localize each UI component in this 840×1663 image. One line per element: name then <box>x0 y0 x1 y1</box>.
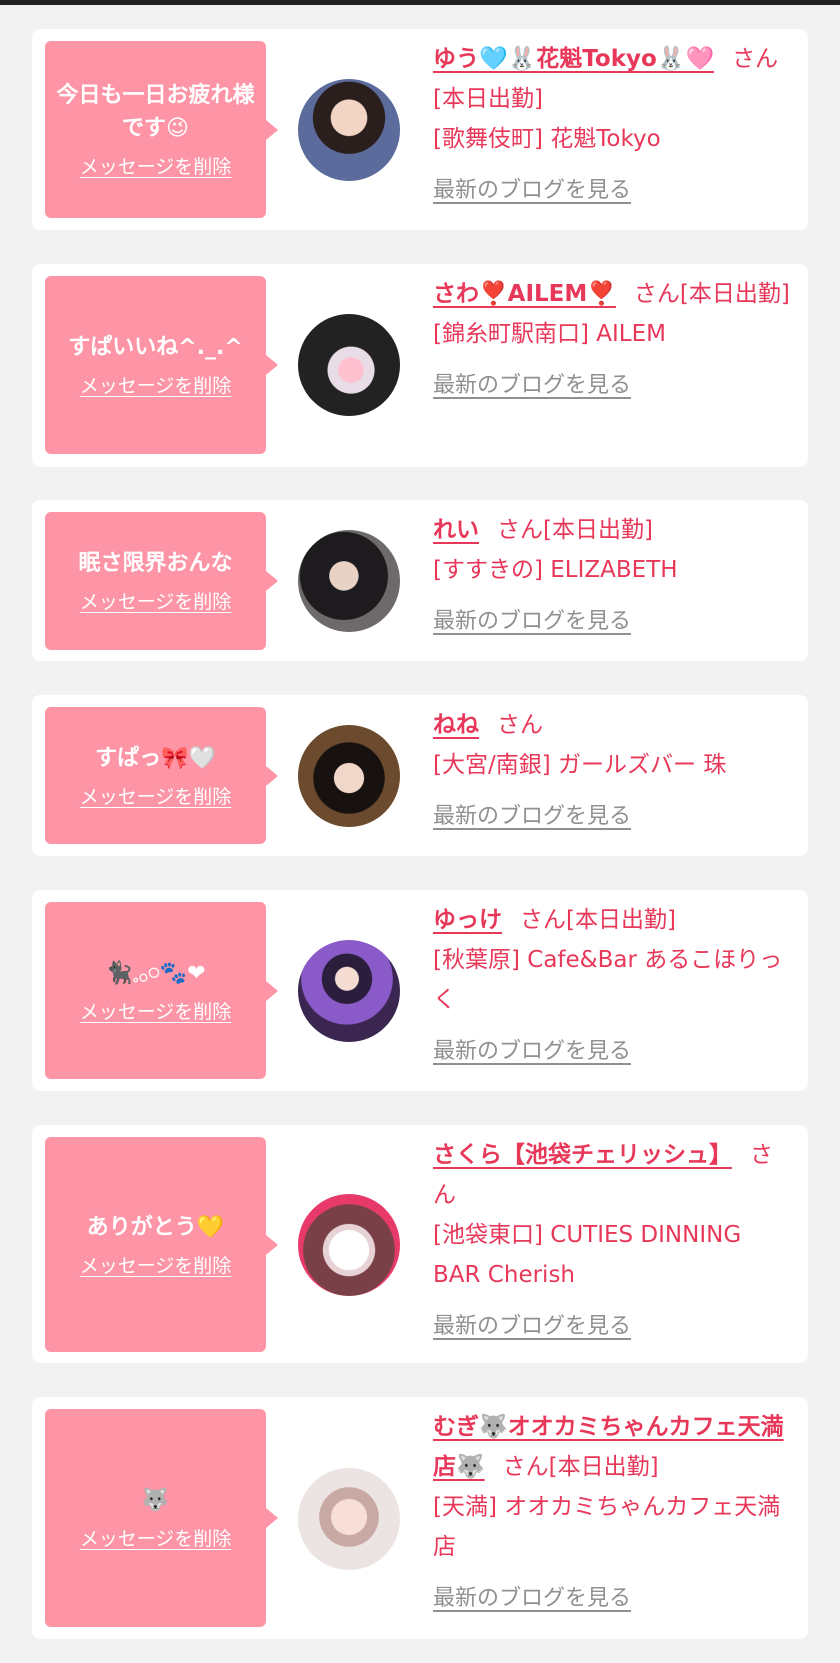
message-card: すぱっ🎀🤍 メッセージを削除 ねね さん [大宮/南銀] ガールズバー 珠 最新の… <box>32 695 808 856</box>
message-bubble: 眠さ限界おんな メッセージを削除 <box>45 512 278 650</box>
shop-name: [歌舞伎町] 花魁Tokyo <box>433 126 661 152</box>
message-text: 今日も一日お疲れ様です😉 <box>56 83 255 141</box>
cast-info: ゆう🩵🐰花魁Tokyo🐰🩷 さん[本日出勤] [歌舞伎町] 花魁Tokyo 最新の… <box>433 39 792 211</box>
avatar[interactable] <box>298 940 400 1042</box>
cast-info: さわ❣️AILEM❣️ さん[本日出勤] [錦糸町駅南口] AILEM 最新のブロ… <box>433 274 792 406</box>
shop-name: [すすきの] ELIZABETH <box>433 557 678 583</box>
delete-message-link[interactable]: メッセージを削除 <box>80 1253 232 1279</box>
message-bubble: 🐺 メッセージを削除 <box>45 1409 278 1627</box>
view-blog-link[interactable]: 最新のブログを見る <box>433 171 792 211</box>
cast-status: さん[本日出勤] <box>497 517 653 543</box>
cast-status: さん <box>497 712 543 738</box>
cast-info: ゆっけ さん[本日出勤] [秋葉原] Cafe&Bar あるこほりっく 最新のブロ… <box>433 900 792 1072</box>
avatar[interactable] <box>298 314 400 416</box>
cast-name-link[interactable]: さわ❣️AILEM❣️ <box>433 281 616 307</box>
message-text: 🐺 <box>141 1488 170 1513</box>
shop-name: [天満] オオカミちゃんカフェ天満店 <box>433 1494 781 1560</box>
delete-message-link[interactable]: メッセージを削除 <box>80 154 232 180</box>
view-blog-link[interactable]: 最新のブログを見る <box>433 602 792 642</box>
message-card: ありがとう💛 メッセージを削除 さくら【池袋チェリッシュ】 さん [池袋東口] C… <box>32 1125 808 1363</box>
view-blog-link[interactable]: 最新のブログを見る <box>433 366 792 406</box>
delete-message-link[interactable]: メッセージを削除 <box>80 784 232 810</box>
delete-message-link[interactable]: メッセージを削除 <box>80 373 232 399</box>
message-bubble: ありがとう💛 メッセージを削除 <box>45 1137 278 1352</box>
cast-name-link[interactable]: ゆっけ <box>433 907 502 933</box>
message-card: 🐺 メッセージを削除 むぎ🐺オオカミちゃんカフェ天満店🐺 さん[本日出勤] [天満… <box>32 1397 808 1639</box>
cast-info: れい さん[本日出勤] [すすきの] ELIZABETH 最新のブログを見る <box>433 510 792 642</box>
delete-message-link[interactable]: メッセージを削除 <box>80 589 232 615</box>
message-text: すぱいいね^._.^ <box>68 335 243 360</box>
avatar[interactable] <box>298 1194 400 1296</box>
message-list: 今日も一日お疲れ様です😉 メッセージを削除 ゆう🩵🐰花魁Tokyo🐰🩷 さん[本日… <box>0 0 840 1663</box>
delete-message-link[interactable]: メッセージを削除 <box>80 999 232 1025</box>
avatar[interactable] <box>298 1468 400 1570</box>
view-blog-link[interactable]: 最新のブログを見る <box>433 1579 792 1619</box>
cast-name-link[interactable]: さくら【池袋チェリッシュ】 <box>433 1142 732 1168</box>
message-card: 🐈‍⬛𓈒𓂂𓏸🐾❤ メッセージを削除 ゆっけ さん[本日出勤] [秋葉原] Cafe… <box>32 890 808 1091</box>
message-text: ありがとう💛 <box>86 1214 225 1240</box>
shop-name: [大宮/南銀] ガールズバー 珠 <box>433 752 727 778</box>
message-card: 今日も一日お疲れ様です😉 メッセージを削除 ゆう🩵🐰花魁Tokyo🐰🩷 さん[本日… <box>32 29 808 230</box>
avatar[interactable] <box>298 725 400 827</box>
avatar[interactable] <box>298 530 400 632</box>
message-text: すぱっ🎀🤍 <box>95 745 216 771</box>
view-blog-link[interactable]: 最新のブログを見る <box>433 1307 792 1347</box>
cast-status: さん[本日出勤] <box>502 1454 659 1480</box>
cast-status: さん[本日出勤] <box>520 907 676 933</box>
message-card: 眠さ限界おんな メッセージを削除 れい さん[本日出勤] [すすきの] ELIZA… <box>32 500 808 661</box>
cast-status: さん[本日出勤] <box>633 281 790 307</box>
avatar[interactable] <box>298 79 400 181</box>
cast-name-link[interactable]: れい <box>433 517 479 543</box>
cast-info: さくら【池袋チェリッシュ】 さん [池袋東口] CUTIES DINNING BA… <box>433 1135 792 1347</box>
message-bubble: すぱいいね^._.^ メッセージを削除 <box>45 276 278 454</box>
message-text: 🐈‍⬛𓈒𓂂𓏸🐾❤ <box>105 960 206 986</box>
message-bubble: 🐈‍⬛𓈒𓂂𓏸🐾❤ メッセージを削除 <box>45 902 278 1079</box>
cast-info: ねね さん [大宮/南銀] ガールズバー 珠 最新のブログを見る <box>433 705 792 837</box>
message-bubble: すぱっ🎀🤍 メッセージを削除 <box>45 707 278 844</box>
message-bubble: 今日も一日お疲れ様です😉 メッセージを削除 <box>45 41 278 218</box>
cast-name-link[interactable]: ねね <box>433 712 479 738</box>
cast-info: むぎ🐺オオカミちゃんカフェ天満店🐺 さん[本日出勤] [天満] オオカミちゃんカフ… <box>433 1407 792 1619</box>
shop-name: [錦糸町駅南口] AILEM <box>433 321 666 347</box>
message-card: すぱいいね^._.^ メッセージを削除 さわ❣️AILEM❣️ さん[本日出勤] … <box>32 264 808 467</box>
shop-name: [池袋東口] CUTIES DINNING BAR Cherish <box>433 1222 742 1288</box>
delete-message-link[interactable]: メッセージを削除 <box>80 1526 232 1552</box>
cast-name-link[interactable]: ゆう🩵🐰花魁Tokyo🐰🩷 <box>433 46 714 72</box>
view-blog-link[interactable]: 最新のブログを見る <box>433 797 792 837</box>
view-blog-link[interactable]: 最新のブログを見る <box>433 1032 792 1072</box>
message-text: 眠さ限界おんな <box>78 551 233 576</box>
shop-name: [秋葉原] Cafe&Bar あるこほりっく <box>433 947 783 1013</box>
